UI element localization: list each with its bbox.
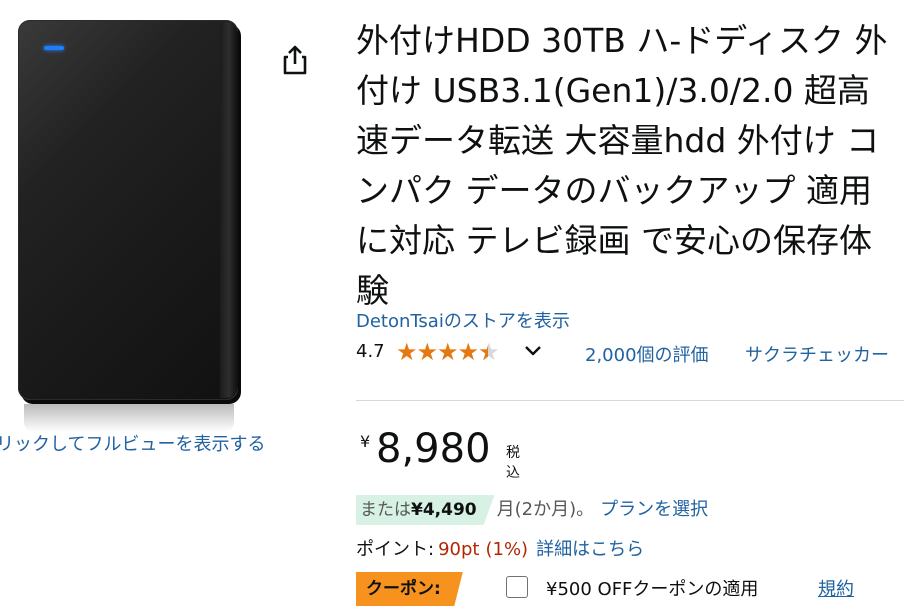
points-percent: (1%) <box>485 539 529 560</box>
coupon-badge: クーポン: <box>356 572 463 606</box>
click-to-view-full-link[interactable]: リックしてフルビューを表示する <box>0 430 265 456</box>
star-icon: ★ <box>396 338 417 366</box>
installment-amount: ¥4,490 <box>411 500 477 520</box>
review-count-link[interactable]: 2,000個の評価 <box>585 341 709 367</box>
sakura-checker-link[interactable]: サクラチェッカー <box>745 341 905 370</box>
coupon-text[interactable]: ¥500 OFFクーポンの適用 <box>546 575 758 601</box>
coupon-row: クーポン: ¥500 OFFクーポンの適用 規約 <box>356 570 913 606</box>
product-image[interactable] <box>18 20 240 432</box>
star-icon: ★ <box>437 338 458 366</box>
product-title: 外付けHDD 30TB ハ-ドディスク 外付け USB3.1(Gen1)/3.0… <box>356 21 888 310</box>
points-value: 90pt <box>438 539 480 560</box>
installment-row: または¥4,490 月(2か月)。 プランを選択 <box>356 495 708 527</box>
rating-value: 4.7 <box>356 341 385 362</box>
store-link[interactable]: DetonTsaiのストアを表示 <box>356 307 570 333</box>
installment-prefix: または <box>360 500 411 520</box>
installment-suffix: 月(2か月)。 <box>496 499 595 520</box>
hdd-led-indicator <box>44 46 64 50</box>
hdd-reflection <box>24 404 234 432</box>
price-amount: 8,980 <box>376 426 491 472</box>
points-label: ポイント: <box>356 539 435 560</box>
half-star-icon: ★★ <box>478 338 499 366</box>
share-icon[interactable] <box>281 44 309 76</box>
points-details-link[interactable]: 詳細はこちら <box>536 539 644 560</box>
select-plan-link[interactable]: プランを選択 <box>600 499 708 520</box>
hdd-body-shape <box>18 20 238 400</box>
price-symbol: ¥ <box>360 432 371 451</box>
image-column: リックしてフルビューを表示する <box>0 0 310 613</box>
installment-badge: または¥4,490 <box>356 495 495 525</box>
rating-row: 4.7 ★★★★★★ 2,000個の評価 サクラチェッカー <box>356 338 906 398</box>
chevron-down-icon[interactable] <box>523 342 543 360</box>
star-rating[interactable]: ★★★★★★ <box>396 338 500 366</box>
coupon-checkbox[interactable] <box>506 576 528 598</box>
star-icon: ★ <box>416 338 438 366</box>
tax-note: 税込 <box>506 445 520 481</box>
coupon-terms-link[interactable]: 規約 <box>818 575 854 601</box>
divider <box>356 400 904 401</box>
star-icon: ★ <box>457 338 479 366</box>
hdd-edge-shape <box>220 22 238 398</box>
points-row: ポイント: 90pt (1%) 詳細はこちら <box>356 535 644 561</box>
